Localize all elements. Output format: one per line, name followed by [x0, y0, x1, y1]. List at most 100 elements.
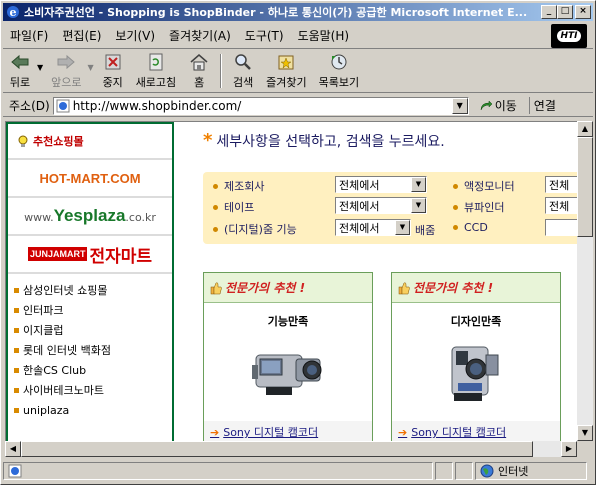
shop-link[interactable]: 롯데 인터넷 백화점: [14, 340, 172, 360]
back-dropdown-icon[interactable]: ▼: [37, 63, 43, 72]
camcorder-image[interactable]: [434, 337, 518, 407]
status-bar: 인터넷: [3, 461, 593, 481]
filter-form: 제조회사 전체에서 ▼ 테이프 전체에서 ▼ (디지털)줌 기능 전체에서 ▼ 배줌 …: [203, 172, 577, 244]
product-link[interactable]: ➔ Sony 디지털 캠코더: [204, 421, 372, 441]
links-toolbar-label[interactable]: 연결: [528, 97, 556, 114]
shop-link[interactable]: 한솔CS Club: [14, 360, 172, 380]
scroll-up-icon[interactable]: ▲: [577, 121, 593, 137]
bullet-icon: [453, 225, 458, 230]
shop-link-label: 이지클럽: [23, 324, 64, 337]
forward-dropdown-icon[interactable]: ▼: [88, 63, 94, 72]
menu-favorites[interactable]: 즐겨찾기(A): [162, 27, 238, 44]
thumbs-up-icon: [398, 282, 410, 294]
chevron-down-icon: ▼: [411, 177, 426, 192]
close-button[interactable]: ×: [575, 5, 591, 19]
recommended-malls-title: 추천쇼핑몰: [33, 135, 84, 148]
scroll-left-icon[interactable]: ◀: [5, 441, 21, 457]
shop-link-label: 삼성인터넷 쇼핑몰: [23, 284, 108, 297]
menu-tools[interactable]: 도구(T): [238, 27, 291, 44]
scroll-down-icon[interactable]: ▼: [577, 425, 593, 441]
home-label: 홈: [194, 76, 205, 89]
go-arrow-icon: [480, 99, 493, 110]
title-bar[interactable]: e 소비자주권선언 - Shopping is ShopBinder - 하나로…: [3, 3, 593, 21]
recommended-malls-header: 추천쇼핑몰: [8, 124, 172, 160]
shop-link-label: uniplaza: [23, 403, 70, 417]
go-button[interactable]: 이동: [479, 97, 517, 114]
expert-pick-header: 전문가의 추천 !: [392, 273, 560, 303]
refresh-icon: [145, 52, 167, 72]
page-icon: [56, 99, 70, 112]
bullet-icon: [453, 183, 458, 189]
back-label: 뒤로: [9, 76, 31, 89]
window-title: 소비자주권선언 - Shopping is ShopBinder - 하나로 통…: [24, 6, 528, 19]
refresh-button[interactable]: 새로고침: [130, 52, 182, 90]
favorites-button[interactable]: 즐겨찾기: [260, 52, 312, 90]
shop-link[interactable]: uniplaza: [14, 400, 172, 420]
yesplaza-main: Yesplaza: [53, 206, 126, 225]
bullet-icon: [14, 407, 19, 413]
shop-link[interactable]: 이지클럽: [14, 320, 172, 340]
shop-link[interactable]: 인터파크: [14, 300, 172, 320]
address-dropdown-icon[interactable]: ▼: [451, 97, 468, 114]
favorites-icon: [275, 52, 297, 72]
viewfinder-select[interactable]: 전체: [545, 197, 577, 214]
menu-file[interactable]: 파일(F): [3, 27, 55, 44]
bullet-icon: [14, 327, 19, 333]
maker-select[interactable]: 전체에서 ▼: [335, 176, 427, 193]
stop-icon: [102, 52, 124, 72]
filter-maker-row: 제조회사: [213, 178, 264, 194]
vertical-scrollbar[interactable]: ▲ ▼: [577, 121, 593, 441]
menu-view[interactable]: 보기(V): [108, 27, 162, 44]
menu-edit[interactable]: 편집(E): [55, 27, 108, 44]
horizontal-scroll-thumb[interactable]: [21, 441, 533, 457]
shop-link[interactable]: 사이버테크노마트: [14, 380, 172, 400]
scroll-right-icon[interactable]: ▶: [561, 441, 577, 457]
hotmart-logo[interactable]: HOT-MART.COM: [8, 160, 172, 198]
back-arrow-icon: [9, 52, 31, 72]
address-url: http://www.shopbinder.com/: [72, 98, 242, 113]
shop-link[interactable]: 삼성인터넷 쇼핑몰: [14, 280, 172, 300]
tape-select-value: 전체에서: [339, 199, 380, 213]
shop-link-label: 롯데 인터넷 백화점: [23, 344, 111, 357]
filter-zoom-row: (디지털)줌 기능: [213, 221, 297, 237]
address-input[interactable]: http://www.shopbinder.com/ ▼: [52, 96, 469, 115]
toolbar-separator: [220, 54, 223, 88]
filter-tape-row: 테이프: [213, 199, 254, 215]
yesplaza-logo[interactable]: www.Yesplaza.co.kr: [8, 198, 172, 236]
lcd-select[interactable]: 전체: [545, 176, 577, 193]
scrollbar-corner: [577, 441, 593, 457]
shop-link-label: 인터파크: [23, 304, 64, 317]
bullet-icon: [213, 204, 218, 210]
camcorder-image[interactable]: [246, 337, 330, 407]
isp-brand-logo: HTI: [551, 24, 587, 48]
ccd-select[interactable]: [545, 219, 577, 236]
bullet-icon: [213, 226, 218, 232]
menu-help[interactable]: 도움말(H): [291, 27, 357, 44]
vertical-scroll-thumb[interactable]: [577, 137, 593, 237]
tape-select[interactable]: 전체에서 ▼: [335, 197, 427, 214]
lcd-select-value: 전체: [549, 178, 570, 192]
home-button[interactable]: 홈: [182, 52, 216, 90]
bullet-icon: [213, 183, 218, 189]
card-category: 기능만족: [267, 315, 309, 328]
product-link-label: Sony 디지털 캠코더: [223, 426, 319, 439]
back-button[interactable]: 뒤로: [3, 52, 37, 90]
bullet-icon: [14, 307, 19, 313]
expert-pick-card: 전문가의 추천 ! 디자인만족 ➔ Sony 디지털 캠코더: [391, 272, 561, 441]
card-category: 디자인만족: [450, 315, 502, 328]
page-viewport: 추천쇼핑몰 HOT-MART.COM www.Yesplaza.co.kr JU…: [5, 121, 577, 441]
minimize-button[interactable]: _: [541, 5, 557, 19]
orange-arrow-icon: ➔: [398, 425, 408, 439]
horizontal-scrollbar[interactable]: ◀ ▶: [5, 441, 577, 457]
search-instruction: * 세부사항을 선택하고, 검색을 누르세요.: [203, 130, 445, 151]
history-button[interactable]: 목록보기: [313, 52, 365, 90]
maximize-button[interactable]: □: [557, 5, 573, 19]
junjamart-en: JUNJAMART: [27, 247, 88, 261]
product-link[interactable]: ➔ Sony 디지털 캠코더: [392, 421, 560, 441]
search-button[interactable]: 검색: [226, 52, 260, 90]
yesplaza-logo-text: www.Yesplaza.co.kr: [24, 206, 156, 226]
zoom-select[interactable]: 전체에서 ▼: [335, 219, 411, 236]
forward-button[interactable]: 앞으로: [45, 52, 87, 90]
junjamart-logo[interactable]: JUNJAMART 전자마트: [8, 236, 172, 274]
stop-button[interactable]: 중지: [96, 52, 130, 90]
